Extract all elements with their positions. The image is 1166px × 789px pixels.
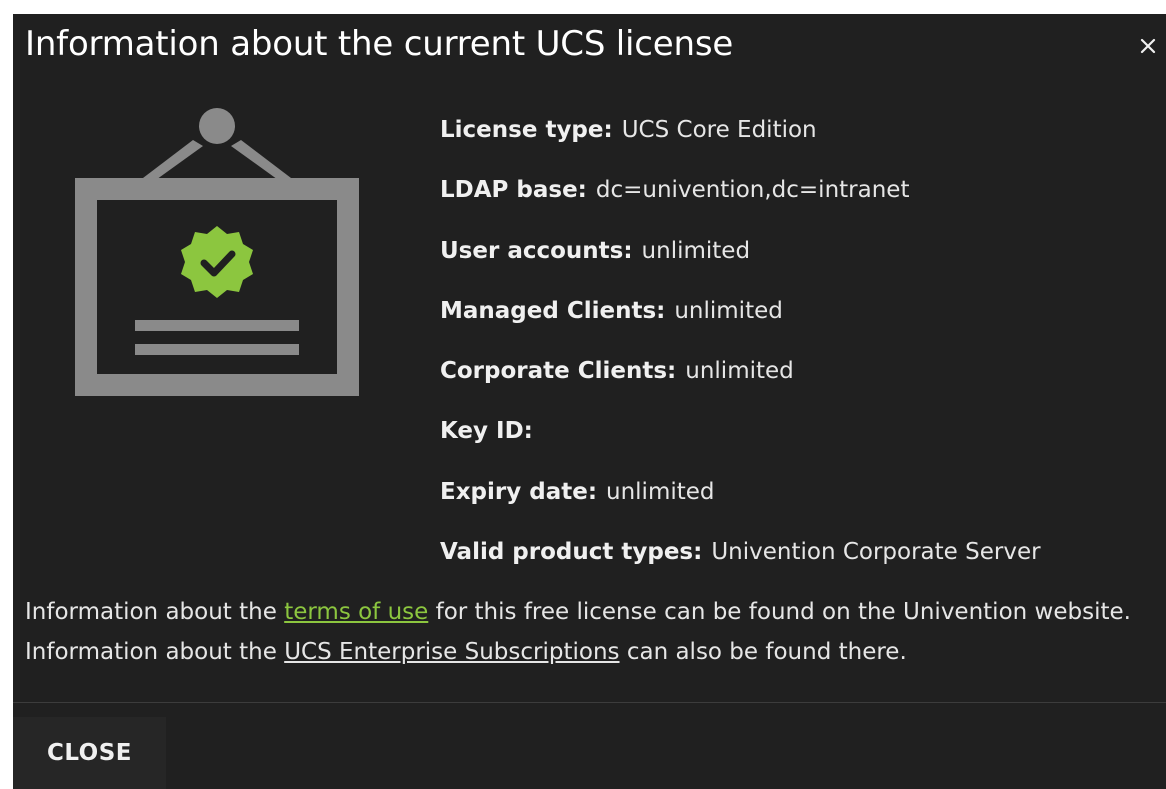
field-value: unlimited [674,297,783,324]
backdrop-top [0,0,1166,14]
field-value: unlimited [685,358,794,385]
license-footnote: Information about the terms of use for t… [25,592,1145,672]
field-label: License type: [440,117,613,143]
field-value: Univention Corporate Server [711,539,1041,566]
field-label: Key ID: [440,418,533,445]
field-label: Corporate Clients: [440,358,677,385]
certificate-icon [75,106,359,396]
field-value: dc=univention,dc=intranet [595,177,910,204]
field-label: LDAP base: [440,177,587,204]
close-button[interactable]: CLOSE [13,717,166,789]
field-label: Valid product types: [440,539,703,566]
field-value: unlimited [641,237,751,264]
valid-product-types-row: Valid product types: Univention Corporate… [440,534,1041,594]
managed-clients-row: Managed Clients: unlimited [440,293,1041,353]
expiry-date-row: Expiry date: unlimited [440,474,1041,534]
license-details-list: License type: UCS Core Edition LDAP base:… [440,112,1041,594]
footnote-text: can also be found there. [619,639,907,665]
corporate-clients-row: Corporate Clients: unlimited [440,353,1041,413]
dialog-title: Information about the current UCS licens… [25,24,734,64]
user-accounts-row: User accounts: unlimited [440,233,1041,293]
license-type-row: License type: UCS Core Edition [440,112,1041,172]
footer-divider [13,702,1166,703]
field-label: Expiry date: [440,478,598,505]
field-label: Managed Clients: [440,297,666,324]
terms-of-use-link[interactable]: terms of use [284,599,428,625]
backdrop-left [0,0,13,789]
field-value: unlimited [606,478,715,505]
footnote-text: Information about the [25,599,285,625]
field-label: User accounts: [440,237,633,264]
ldap-base-row: LDAP base: dc=univention,dc=intranet [440,172,1041,232]
close-icon[interactable] [1134,32,1162,60]
field-value: UCS Core Edition [621,117,817,143]
license-info-dialog: Information about the current UCS licens… [13,14,1166,789]
key-id-row: Key ID: [440,413,1041,473]
enterprise-subscriptions-link[interactable]: UCS Enterprise Subscriptions [284,639,619,665]
